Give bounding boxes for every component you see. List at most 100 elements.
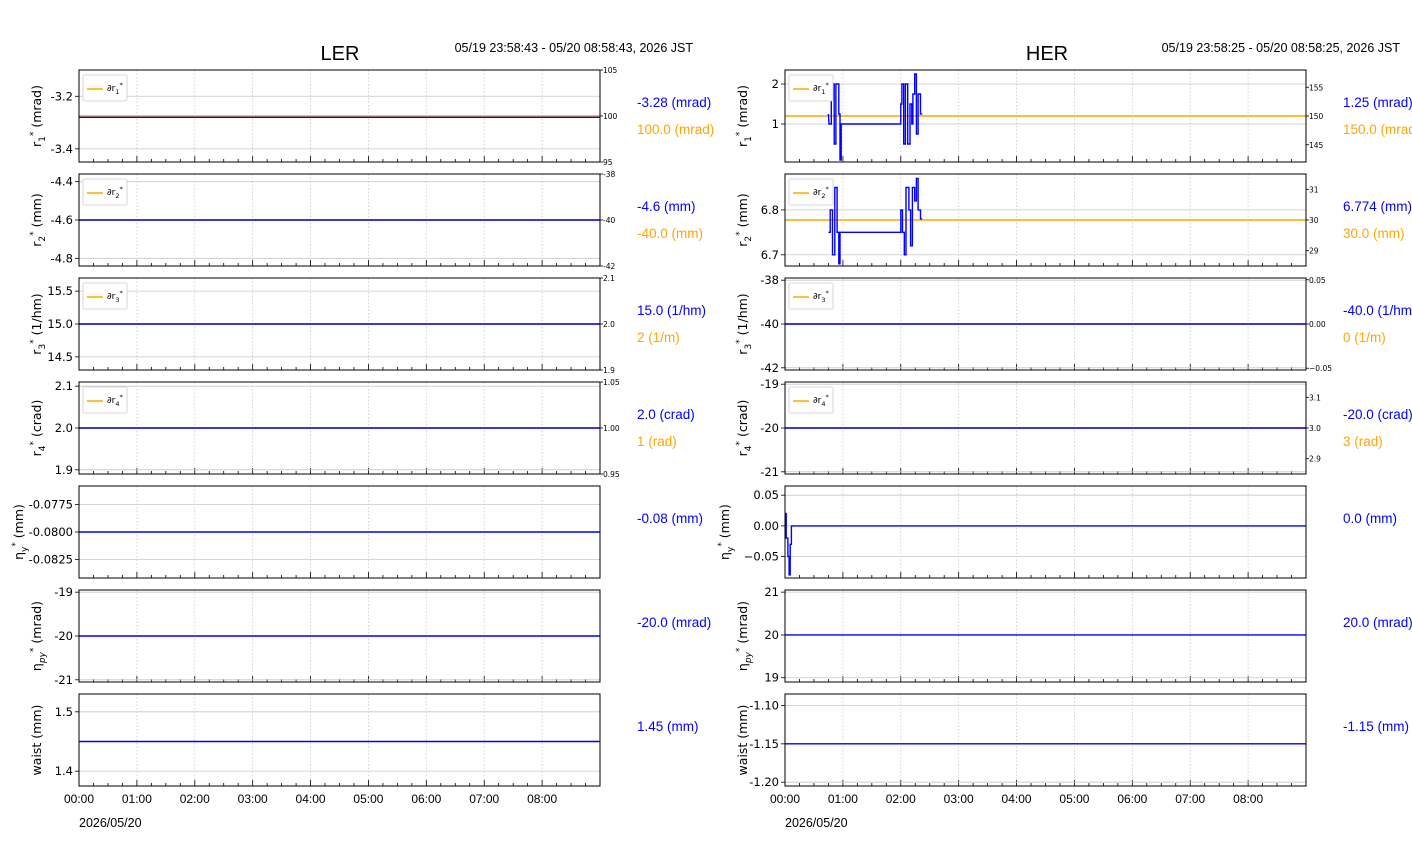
her-setpoint-value: 0 (1/m) — [1343, 330, 1386, 345]
ler-ytick-label: -0.0800 — [29, 525, 73, 539]
ler-ytick-label: 1.5 — [55, 705, 73, 719]
monitor-chart: LER 05/19 23:58:43 - 05/20 08:58:43, 202… — [11, 41, 1412, 830]
her-y2tick-label: 30 — [1309, 216, 1319, 225]
ler-xtick-label: 06:00 — [411, 792, 441, 806]
ler-setpoint-value: 1 (rad) — [637, 434, 677, 449]
ler-ytick-label: 15.0 — [47, 317, 73, 331]
ler-xtick-label: 03:00 — [238, 792, 268, 806]
her-y2tick-label: 0.00 — [1309, 320, 1326, 329]
ler-measured-value: -0.08 (mm) — [637, 511, 703, 526]
ler-y2tick-label: 1.9 — [603, 366, 615, 375]
her-ytick-label: -40 — [760, 317, 779, 331]
her-ytick-label: -1.10 — [749, 699, 779, 713]
ler-y2tick-label: 2.1 — [603, 274, 615, 283]
ler-ytick-label: -0.0775 — [29, 498, 73, 512]
her-row-6: 21 20 19 ηpy* (mrad) 20.0 (mrad) — [735, 585, 1412, 685]
her-plot-frame — [784, 589, 1307, 683]
her-y2tick-label: 3.1 — [1309, 393, 1321, 402]
her-row-5: 0.05 0.00 −0.05 ηy* (mm) 0.0 (mm) — [717, 485, 1397, 579]
her-y2tick-label: −0.05 — [1309, 364, 1332, 373]
ler-y2tick-label: -40 — [603, 216, 615, 225]
ler-ytick-label: 2.0 — [55, 421, 73, 435]
ler-ylabel: ηpy* (mrad) — [29, 601, 48, 671]
her-measured-value: -20.0 (crad) — [1343, 407, 1412, 422]
her-setpoint-value: 30.0 (mm) — [1343, 226, 1405, 241]
ler-y2tick-label: 100 — [603, 112, 618, 121]
ler-ytick-label: -19 — [54, 585, 73, 599]
her-plot-frame — [784, 485, 1307, 579]
her-row-7: -1.10 -1.15 -1.20waist (mm) -1.15 (mm) — [735, 693, 1409, 789]
ler-ylabel: waist (mm) — [29, 705, 44, 776]
her-ytick-label: -20 — [760, 421, 779, 435]
her-ylabel: r4* (crad) — [735, 400, 754, 457]
her-title: HER — [1026, 43, 1068, 65]
ler-xtick-label: 05:00 — [353, 792, 383, 806]
ler-xtick-label: 04:00 — [296, 792, 326, 806]
her-xtick-label: 05:00 — [1059, 792, 1089, 806]
her-y2tick-label: 150 — [1309, 112, 1324, 121]
ler-ytick-label: -3.2 — [51, 89, 73, 103]
her-y2tick-label: 29 — [1309, 247, 1319, 256]
her-measured-value: -40.0 (1/hm) — [1343, 303, 1412, 318]
ler-ytick-label: 1.9 — [55, 463, 73, 477]
her-ytick-label: 19 — [764, 671, 779, 685]
ler-ytick-label: -20 — [54, 629, 73, 643]
ler-ytick-label: 1.4 — [55, 764, 73, 778]
ler-ytick-label: 2.1 — [55, 379, 73, 393]
ler-ytick-label: -0.0825 — [29, 552, 73, 566]
ler-ytick-label: -4.6 — [51, 213, 73, 227]
ler-ytick-label: -21 — [54, 673, 73, 687]
her-xtick-label: 02:00 — [886, 792, 916, 806]
her-ytick-label: 2 — [772, 77, 779, 91]
her-measured-line — [827, 73, 923, 161]
her-xtick-label: 07:00 — [1175, 792, 1205, 806]
ler-y2tick-label: 2.0 — [603, 320, 615, 329]
her-ytick-label: -42 — [760, 361, 779, 375]
ler-row-4: 2.12.01.91.051.000.95∂r4*r4* (crad) 2.0 (… — [29, 378, 695, 479]
plots-group: -3.2-3.410510095∂r1*r1* (mrad) -3.28 (mra… — [11, 66, 1412, 806]
her-ylabel: r2* (mm) — [735, 193, 754, 246]
ler-ytick-label: 14.5 — [47, 350, 73, 364]
her-xtick-label: 03:00 — [944, 792, 974, 806]
ler-ylabel: r2* (mm) — [29, 193, 48, 246]
her-setpoint-value: 3 (rad) — [1343, 434, 1383, 449]
ler-y2tick-label: 95 — [603, 158, 613, 167]
her-ytick-label: -19 — [760, 377, 779, 391]
her-measured-line — [828, 177, 923, 265]
her-measured-line — [785, 512, 1306, 576]
her-xtick-label: 01:00 — [828, 792, 858, 806]
ler-setpoint-value: 2 (1/m) — [637, 330, 680, 345]
ler-y2tick-label: 0.95 — [603, 470, 620, 479]
her-measured-value: 1.25 (mrad) — [1343, 95, 1412, 110]
ler-ylabel: r1* (mrad) — [29, 85, 48, 147]
her-time-range: 05/19 23:58:25 - 05/20 08:58:25, 2026 JS… — [1162, 41, 1401, 55]
ler-y2tick-label: -38 — [603, 170, 615, 179]
ler-ylabel: r4* (crad) — [29, 400, 48, 457]
her-y2tick-label: 155 — [1309, 83, 1324, 92]
her-ytick-label: -38 — [760, 273, 779, 287]
her-ylabel: ηy* (mm) — [717, 504, 736, 560]
her-row-2: 6.86.7313029∂r2*r2* (mm) 6.774 (mm)30.0 (… — [735, 173, 1412, 267]
her-ytick-label: 20 — [764, 628, 779, 642]
ler-xtick-label: 07:00 — [469, 792, 499, 806]
her-ytick-label: 21 — [764, 585, 779, 599]
her-measured-value: 0.0 (mm) — [1343, 511, 1397, 526]
her-ytick-label: -21 — [760, 465, 779, 479]
her-y2tick-label: 0.05 — [1309, 276, 1326, 285]
her-y2tick-label: 2.9 — [1309, 455, 1321, 464]
her-ytick-label: 0.00 — [753, 519, 779, 533]
her-row-3: -38-40-420.050.00−0.05∂r3*r3* (1/hm) -40.… — [735, 273, 1412, 375]
her-plot-frame — [784, 693, 1307, 787]
ler-ytick-label: -4.8 — [51, 251, 73, 265]
her-measured-value: -1.15 (mm) — [1343, 719, 1409, 734]
her-date-label: 2026/05/20 — [785, 816, 848, 830]
ler-measured-value: 15.0 (1/hm) — [637, 303, 706, 318]
her-ylabel: ηpy* (mrad) — [735, 601, 754, 671]
ler-ylabel: ηy* (mm) — [11, 504, 30, 560]
her-ylabel: r3* (1/hm) — [735, 293, 754, 354]
ler-xtick-label: 01:00 — [122, 792, 152, 806]
her-y2tick-label: 3.0 — [1309, 424, 1321, 433]
ler-ytick-label: 15.5 — [47, 284, 73, 298]
ler-title: LER — [321, 43, 360, 65]
her-ytick-label: -1.15 — [749, 737, 779, 751]
